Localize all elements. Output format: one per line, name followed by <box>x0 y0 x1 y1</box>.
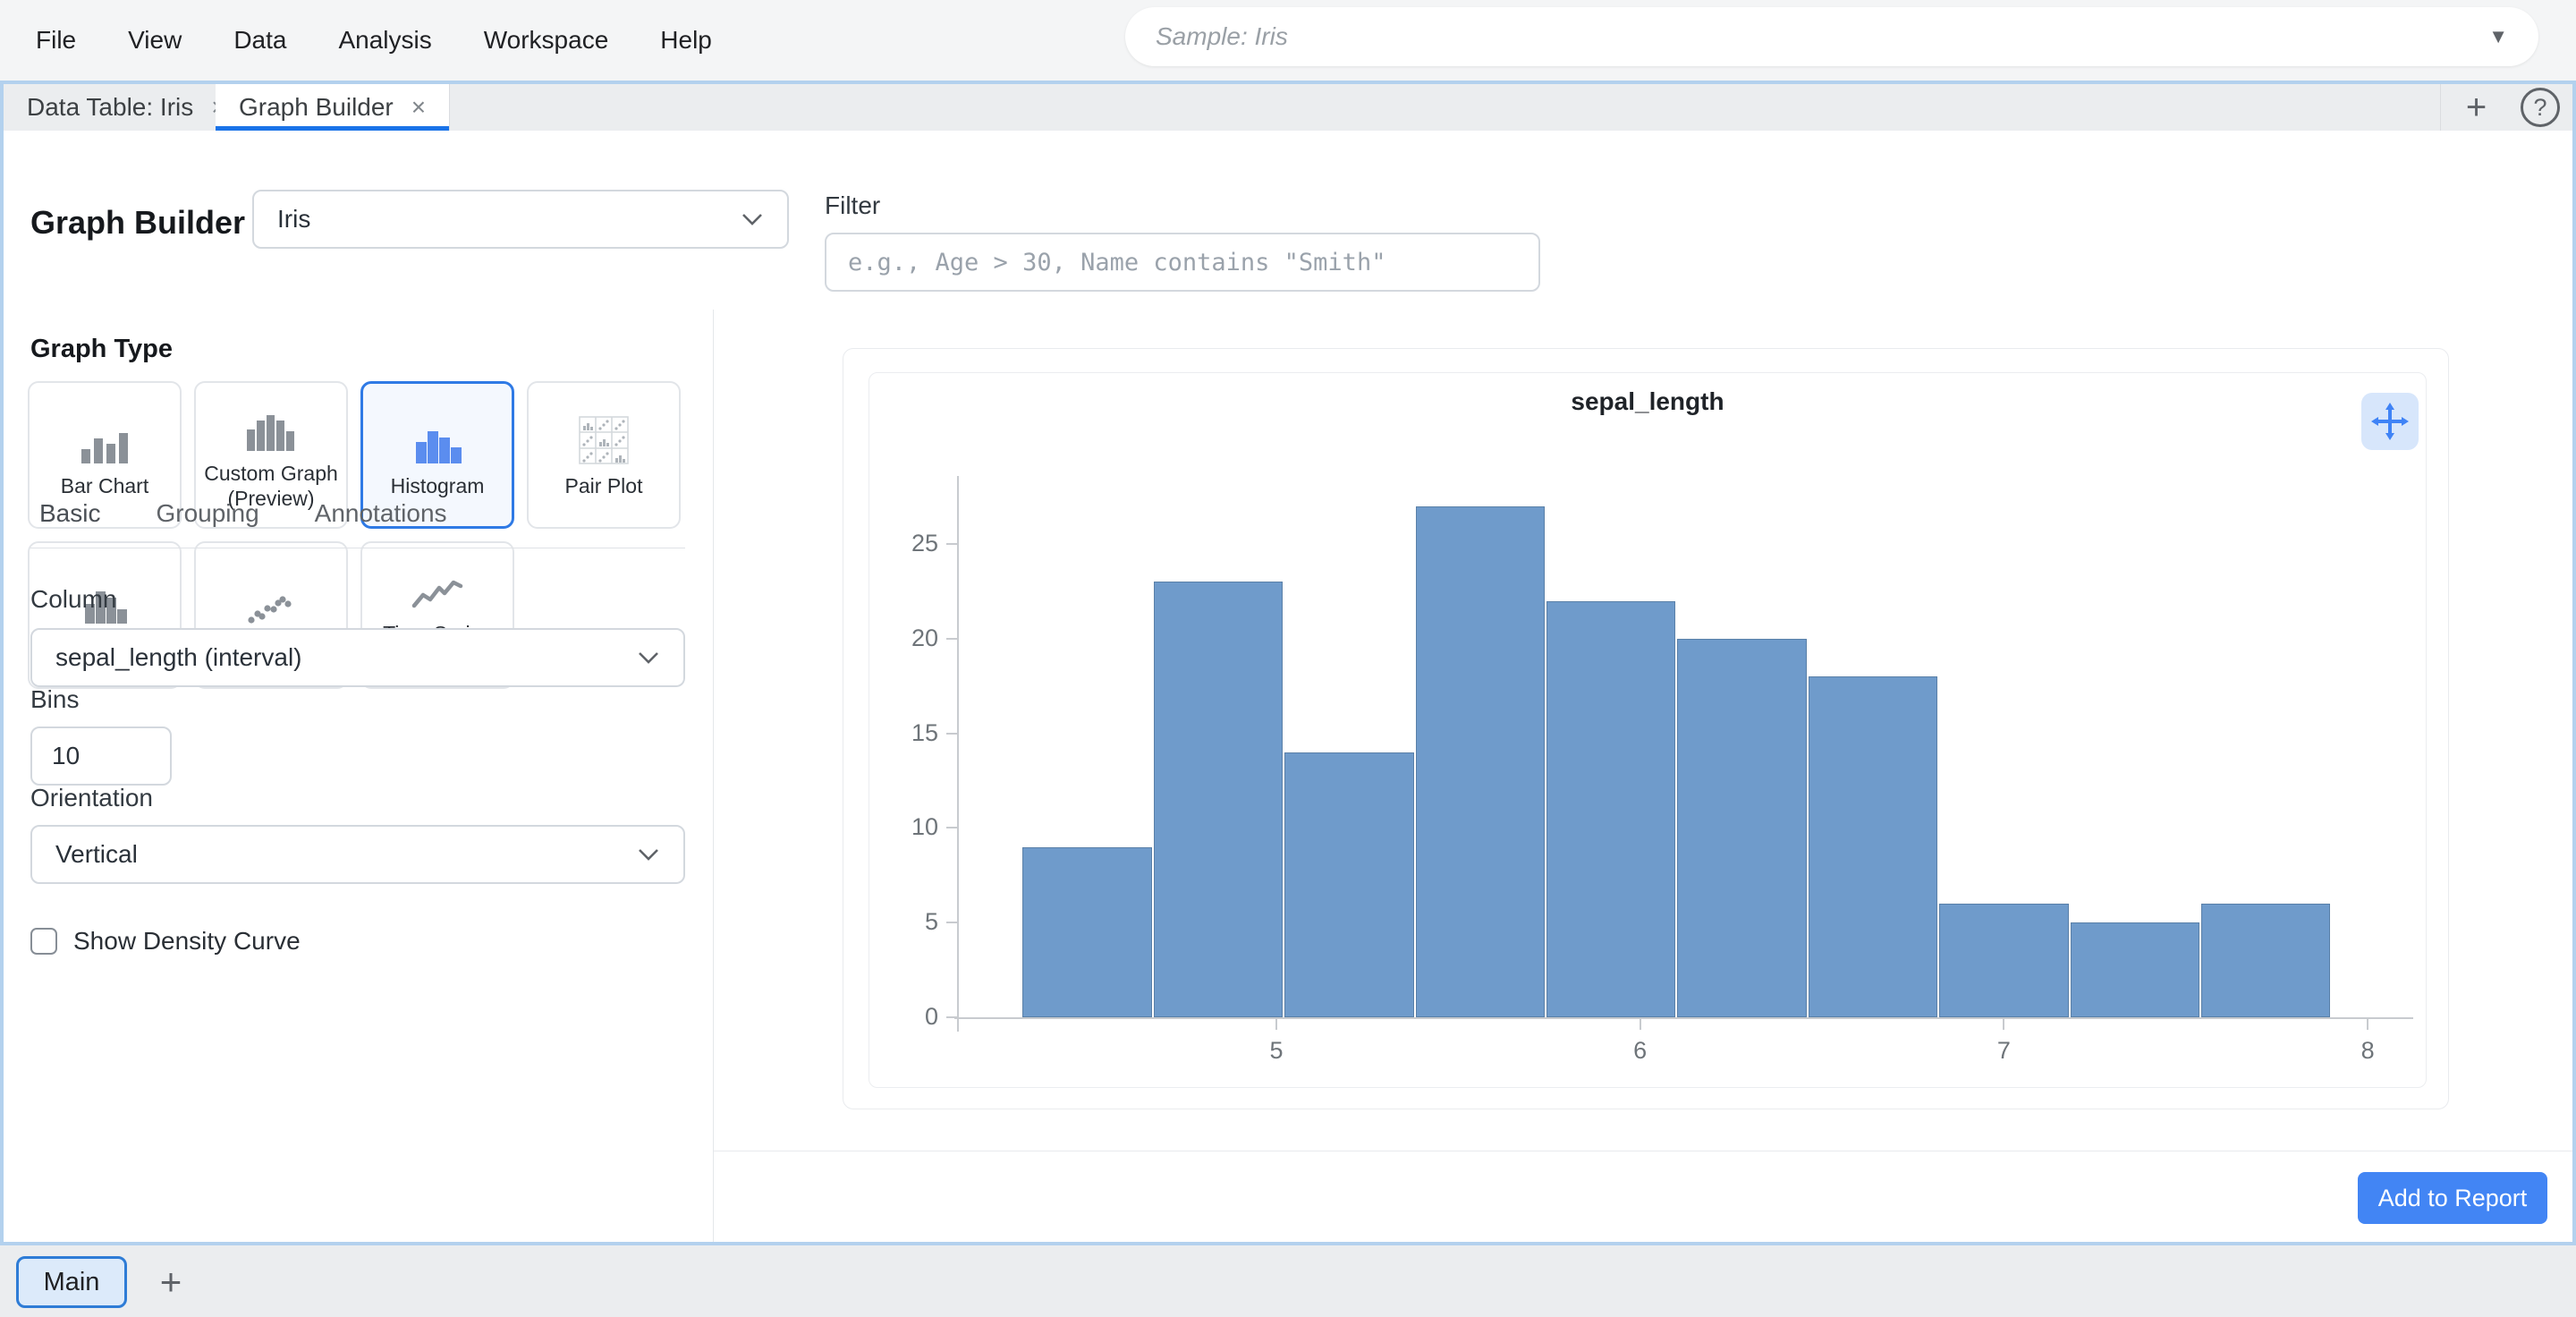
menu-analysis[interactable]: Analysis <box>338 26 431 55</box>
chart-panel: sepal_length 05101520255678 <box>843 348 2449 1109</box>
workspace-bar: Main + <box>0 1245 2576 1317</box>
x-axis-line <box>954 1017 2413 1019</box>
x-tick-mark <box>2003 1019 2004 1030</box>
builder-header: Graph Builder Iris Filter Examples: Age … <box>4 131 2572 309</box>
tab-label: Graph Builder <box>239 93 394 122</box>
chevron-down-icon <box>741 212 764 226</box>
menu-help[interactable]: Help <box>660 26 712 55</box>
column-label: Column <box>30 585 116 614</box>
graph-type-pair-plot[interactable]: Pair Plot <box>527 381 681 529</box>
histogram-bar[interactable] <box>1546 601 1675 1017</box>
custom-graph-icon <box>242 399 300 453</box>
menu-view[interactable]: View <box>128 26 182 55</box>
filter-input[interactable] <box>825 233 1540 292</box>
time-series-icon <box>409 559 466 613</box>
histogram-bar[interactable] <box>1677 639 1806 1017</box>
y-tick-label: 20 <box>885 625 938 652</box>
x-tick-label: 7 <box>1968 1037 2039 1065</box>
y-tick-label: 25 <box>885 530 938 557</box>
pair-plot-icon <box>578 412 630 465</box>
workspace-tab-main[interactable]: Main <box>16 1256 127 1308</box>
move-crosshair-icon <box>2370 402 2410 441</box>
pan-tool-button[interactable] <box>2361 393 2419 450</box>
histogram-bar[interactable] <box>1154 582 1283 1017</box>
density-curve-row: Show Density Curve <box>30 927 301 956</box>
chart-card: sepal_length 05101520255678 <box>869 372 2427 1088</box>
tab-graph-builder[interactable]: Graph Builder × <box>216 84 450 131</box>
histogram-bar[interactable] <box>2201 904 2330 1017</box>
help-button[interactable]: ? <box>2519 86 2562 129</box>
scatter-plot-icon <box>242 572 300 625</box>
histogram-bar[interactable] <box>1809 676 1937 1017</box>
y-tick-mark <box>946 733 957 735</box>
graph-type-heading: Graph Type <box>30 335 173 364</box>
tab-annotations[interactable]: Annotations <box>315 499 447 528</box>
menu-workspace[interactable]: Workspace <box>484 26 609 55</box>
column-select-value: sepal_length (interval) <box>55 643 637 672</box>
y-tick-mark <box>946 922 957 923</box>
histogram-bar[interactable] <box>1284 752 1413 1017</box>
y-tick-label: 5 <box>885 908 938 936</box>
orientation-select-value: Vertical <box>55 840 637 869</box>
page-title: Graph Builder <box>30 204 245 242</box>
sample-dataset-selector[interactable]: Sample: Iris ▼ <box>1125 7 2538 66</box>
y-tick-label: 10 <box>885 813 938 841</box>
tab-grouping[interactable]: Grouping <box>156 499 258 528</box>
y-tick-label: 15 <box>885 719 938 747</box>
x-tick-mark <box>2367 1019 2368 1030</box>
menubar: File View Data Analysis Workspace Help S… <box>0 0 2576 81</box>
graph-type-label: Bar Chart <box>61 474 148 499</box>
graph-settings-panel: Graph Type Bar Chart <box>4 310 714 1242</box>
graph-type-label: Histogram <box>391 474 485 499</box>
app-window: Data Table: Iris × Graph Builder × + ? G… <box>0 81 2576 1245</box>
tab-basic[interactable]: Basic <box>39 499 100 528</box>
help-icon: ? <box>2521 88 2560 127</box>
filter-label: Filter <box>825 191 880 220</box>
histogram-bar[interactable] <box>1939 904 2068 1017</box>
sample-selector-value: Sample: Iris <box>1156 22 2488 51</box>
histogram-bar[interactable] <box>2071 922 2199 1017</box>
chart-title: sepal_length <box>869 387 2426 416</box>
chevron-down-icon <box>637 650 660 665</box>
close-icon[interactable]: × <box>411 93 426 122</box>
add-to-report-button[interactable]: Add to Report <box>2358 1172 2547 1224</box>
document-tabstrip: Data Table: Iris × Graph Builder × + ? <box>4 84 2572 131</box>
histogram-plot[interactable]: 05101520255678 <box>954 476 2413 1017</box>
tab-data-table-iris[interactable]: Data Table: Iris × <box>4 84 250 131</box>
dropdown-arrow-icon: ▼ <box>2488 25 2508 48</box>
add-workspace-tab-button[interactable]: + <box>145 1256 197 1308</box>
settings-tabs: Basic Grouping Annotations <box>39 499 447 528</box>
y-tick-mark <box>946 1016 957 1018</box>
density-curve-checkbox[interactable] <box>30 928 57 955</box>
bar-chart-icon <box>76 412 133 465</box>
menu-file[interactable]: File <box>36 26 76 55</box>
menu-data[interactable]: Data <box>233 26 286 55</box>
column-select[interactable]: sepal_length (interval) <box>30 628 685 687</box>
dataset-select[interactable]: Iris <box>252 190 789 249</box>
y-axis-line <box>957 476 959 1032</box>
y-tick-mark <box>946 543 957 545</box>
bins-input[interactable] <box>30 726 172 786</box>
x-tick-label: 8 <box>2332 1037 2403 1065</box>
bins-label: Bins <box>30 685 79 714</box>
histogram-bar[interactable] <box>1416 506 1545 1017</box>
x-tick-mark <box>1275 1019 1277 1030</box>
y-tick-mark <box>946 638 957 640</box>
new-tab-button[interactable]: + <box>2440 84 2512 131</box>
x-tick-mark <box>1640 1019 1641 1030</box>
y-tick-mark <box>946 827 957 828</box>
chevron-down-icon <box>637 847 660 862</box>
y-tick-label: 0 <box>885 1003 938 1031</box>
histogram-icon <box>409 412 466 465</box>
dataset-select-value: Iris <box>277 205 741 234</box>
density-curve-label: Show Density Curve <box>73 927 301 956</box>
chart-pane: sepal_length 05101520255678 Add to Repor… <box>714 310 2572 1242</box>
x-tick-label: 5 <box>1241 1037 1312 1065</box>
tab-label: Data Table: Iris <box>27 93 193 122</box>
x-tick-label: 6 <box>1605 1037 1676 1065</box>
graph-type-label: Pair Plot <box>565 474 643 499</box>
orientation-select[interactable]: Vertical <box>30 825 685 884</box>
orientation-label: Orientation <box>30 784 153 812</box>
histogram-bar[interactable] <box>1022 847 1151 1017</box>
